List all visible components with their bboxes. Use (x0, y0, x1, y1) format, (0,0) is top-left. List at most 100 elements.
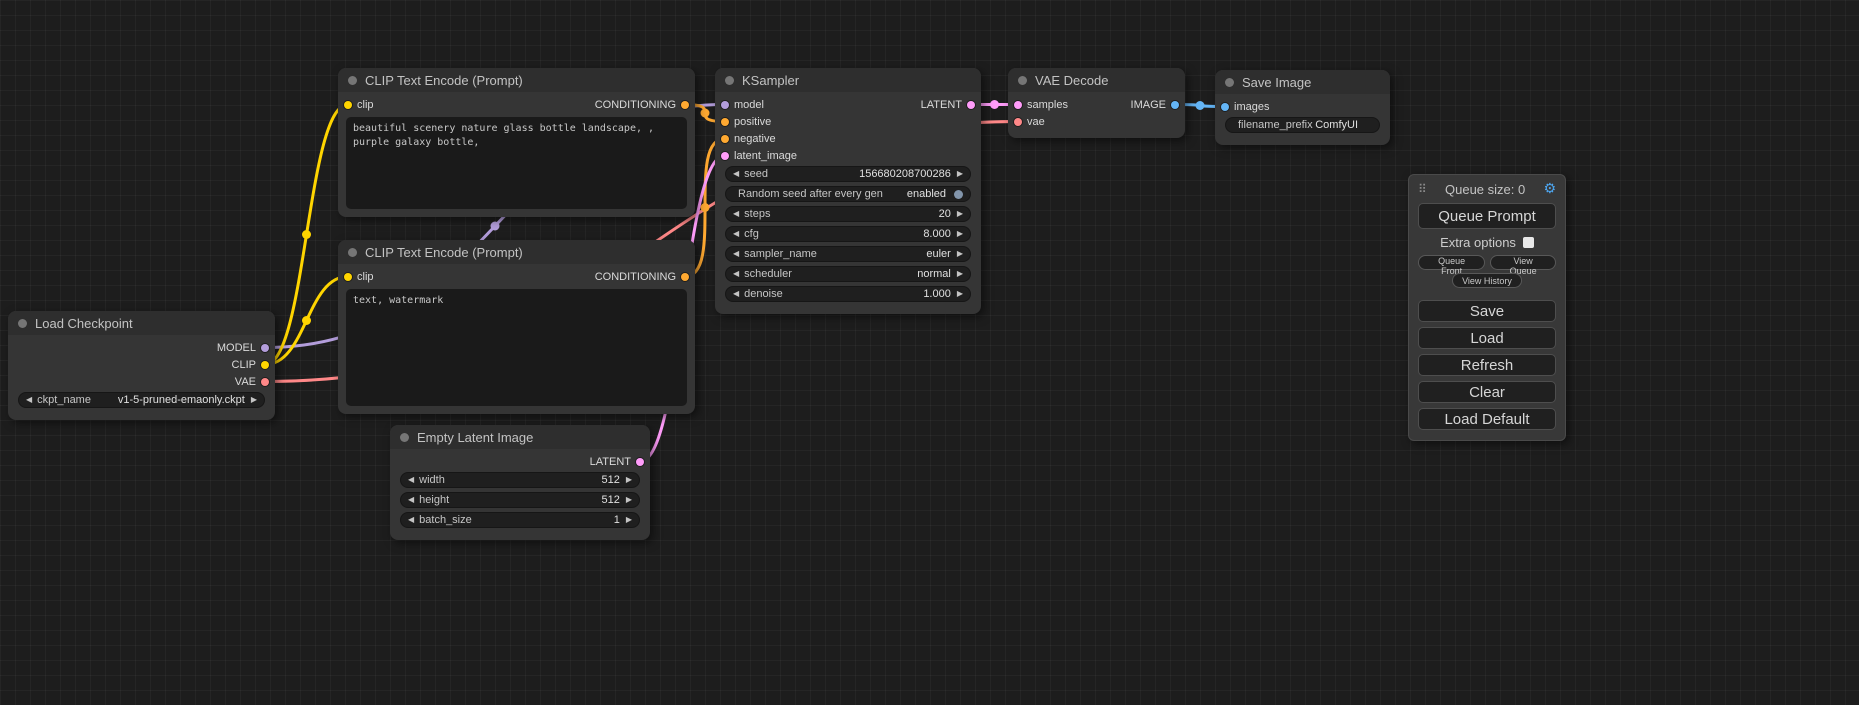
model-input-dot[interactable] (721, 101, 729, 109)
height-widget[interactable]: ◀ height 512 ▶ (400, 492, 640, 508)
view-queue-button[interactable]: View Queue (1490, 255, 1556, 270)
decrement-arrow-icon[interactable]: ◀ (733, 250, 739, 258)
conditioning-output-dot[interactable] (681, 101, 689, 109)
settings-gear-icon[interactable]: ⚙ (1543, 181, 1556, 197)
node-title-bar[interactable]: CLIP Text Encode (Prompt) (338, 68, 695, 92)
clip-output-dot[interactable] (261, 361, 269, 369)
steps-widget[interactable]: ◀ steps 20 ▶ (725, 206, 971, 222)
latent-output-slot[interactable]: LATENT (590, 456, 644, 468)
scheduler-widget[interactable]: ◀ scheduler normal ▶ (725, 266, 971, 282)
increment-arrow-icon[interactable]: ▶ (251, 396, 257, 404)
collapse-dot-icon[interactable] (348, 76, 357, 85)
node-save-image[interactable]: Save Image images filename_prefix ComfyU… (1215, 70, 1390, 145)
negative-input-dot[interactable] (721, 135, 729, 143)
denoise-widget[interactable]: ◀ denoise 1.000 ▶ (725, 286, 971, 302)
decrement-arrow-icon[interactable]: ◀ (26, 396, 32, 404)
sampler-name-widget[interactable]: ◀ sampler_name euler ▶ (725, 246, 971, 262)
vae-output-slot[interactable]: VAE (235, 376, 269, 388)
clip-input-slot[interactable]: clip (344, 99, 374, 111)
node-clip-text-encode-negative[interactable]: CLIP Text Encode (Prompt) clip CONDITION… (338, 240, 695, 414)
decrement-arrow-icon[interactable]: ◀ (408, 496, 414, 504)
image-output-dot[interactable] (1171, 101, 1179, 109)
load-button[interactable]: Load (1418, 327, 1556, 349)
drag-handle-icon[interactable]: ⠿ (1418, 182, 1427, 196)
queue-prompt-button[interactable]: Queue Prompt (1418, 203, 1556, 229)
collapse-dot-icon[interactable] (1018, 76, 1027, 85)
samples-input-slot[interactable]: samples (1014, 99, 1068, 111)
image-output-slot[interactable]: IMAGE (1131, 99, 1179, 111)
node-title-bar[interactable]: VAE Decode (1008, 68, 1185, 92)
model-input-slot[interactable]: model (721, 99, 764, 111)
prompt-textarea[interactable]: text, watermark (346, 289, 687, 406)
random-seed-toggle[interactable]: Random seed after every gen enabled (725, 186, 971, 202)
node-title-bar[interactable]: CLIP Text Encode (Prompt) (338, 240, 695, 264)
collapse-dot-icon[interactable] (1225, 78, 1234, 87)
latent-image-input-slot[interactable]: latent_image (721, 150, 797, 162)
increment-arrow-icon[interactable]: ▶ (957, 270, 963, 278)
conditioning-output-dot[interactable] (681, 273, 689, 281)
decrement-arrow-icon[interactable]: ◀ (408, 516, 414, 524)
conditioning-output-slot[interactable]: CONDITIONING (595, 99, 689, 111)
node-empty-latent-image[interactable]: Empty Latent Image LATENT ◀ width 512 ▶ … (390, 425, 650, 540)
positive-input-dot[interactable] (721, 118, 729, 126)
conditioning-output-slot[interactable]: CONDITIONING (595, 271, 689, 283)
model-output-slot[interactable]: MODEL (217, 342, 269, 354)
vae-output-dot[interactable] (261, 378, 269, 386)
decrement-arrow-icon[interactable]: ◀ (733, 230, 739, 238)
width-widget[interactable]: ◀ width 512 ▶ (400, 472, 640, 488)
node-clip-text-encode-positive[interactable]: CLIP Text Encode (Prompt) clip CONDITION… (338, 68, 695, 217)
decrement-arrow-icon[interactable]: ◀ (733, 270, 739, 278)
clip-output-slot[interactable]: CLIP (232, 359, 269, 371)
images-input-slot[interactable]: images (1221, 101, 1269, 113)
positive-input-slot[interactable]: positive (721, 116, 771, 128)
increment-arrow-icon[interactable]: ▶ (957, 210, 963, 218)
filename-prefix-widget[interactable]: filename_prefix ComfyUI (1225, 117, 1380, 133)
queue-front-button[interactable]: Queue Front (1418, 255, 1485, 270)
decrement-arrow-icon[interactable]: ◀ (733, 290, 739, 298)
increment-arrow-icon[interactable]: ▶ (957, 290, 963, 298)
cfg-widget[interactable]: ◀ cfg 8.000 ▶ (725, 226, 971, 242)
view-history-button[interactable]: View History (1452, 273, 1522, 288)
latent-output-dot[interactable] (967, 101, 975, 109)
extra-options-checkbox[interactable] (1523, 237, 1534, 248)
increment-arrow-icon[interactable]: ▶ (957, 230, 963, 238)
decrement-arrow-icon[interactable]: ◀ (733, 210, 739, 218)
node-title-bar[interactable]: Load Checkpoint (8, 311, 275, 335)
collapse-dot-icon[interactable] (725, 76, 734, 85)
ckpt-name-widget[interactable]: ◀ ckpt_name v1-5-pruned-emaonly.ckpt ▶ (18, 392, 265, 408)
node-load-checkpoint[interactable]: Load Checkpoint MODEL CLIP VAE ◀ ckpt_na… (8, 311, 275, 420)
prompt-textarea[interactable]: beautiful scenery nature glass bottle la… (346, 117, 687, 209)
increment-arrow-icon[interactable]: ▶ (626, 476, 632, 484)
vae-input-dot[interactable] (1014, 118, 1022, 126)
vae-input-slot[interactable]: vae (1014, 116, 1045, 128)
collapse-dot-icon[interactable] (348, 248, 357, 257)
increment-arrow-icon[interactable]: ▶ (626, 496, 632, 504)
decrement-arrow-icon[interactable]: ◀ (408, 476, 414, 484)
batch-size-widget[interactable]: ◀ batch_size 1 ▶ (400, 512, 640, 528)
latent-output-slot[interactable]: LATENT (921, 99, 975, 111)
node-title-bar[interactable]: Save Image (1215, 70, 1390, 94)
node-ksampler[interactable]: KSampler model LATENT positive negative (715, 68, 981, 314)
clip-input-dot[interactable] (344, 101, 352, 109)
increment-arrow-icon[interactable]: ▶ (626, 516, 632, 524)
model-output-dot[interactable] (261, 344, 269, 352)
refresh-button[interactable]: Refresh (1418, 354, 1556, 376)
samples-input-dot[interactable] (1014, 101, 1022, 109)
latent-output-dot[interactable] (636, 458, 644, 466)
load-default-button[interactable]: Load Default (1418, 408, 1556, 430)
increment-arrow-icon[interactable]: ▶ (957, 170, 963, 178)
clip-input-dot[interactable] (344, 273, 352, 281)
latent-image-input-dot[interactable] (721, 152, 729, 160)
toggle-dot-icon[interactable] (954, 190, 963, 199)
clear-button[interactable]: Clear (1418, 381, 1556, 403)
node-vae-decode[interactable]: VAE Decode samples IMAGE vae (1008, 68, 1185, 138)
increment-arrow-icon[interactable]: ▶ (957, 250, 963, 258)
collapse-dot-icon[interactable] (18, 319, 27, 328)
clip-input-slot[interactable]: clip (344, 271, 374, 283)
node-title-bar[interactable]: Empty Latent Image (390, 425, 650, 449)
decrement-arrow-icon[interactable]: ◀ (733, 170, 739, 178)
images-input-dot[interactable] (1221, 103, 1229, 111)
negative-input-slot[interactable]: negative (721, 133, 776, 145)
save-button[interactable]: Save (1418, 300, 1556, 322)
collapse-dot-icon[interactable] (400, 433, 409, 442)
